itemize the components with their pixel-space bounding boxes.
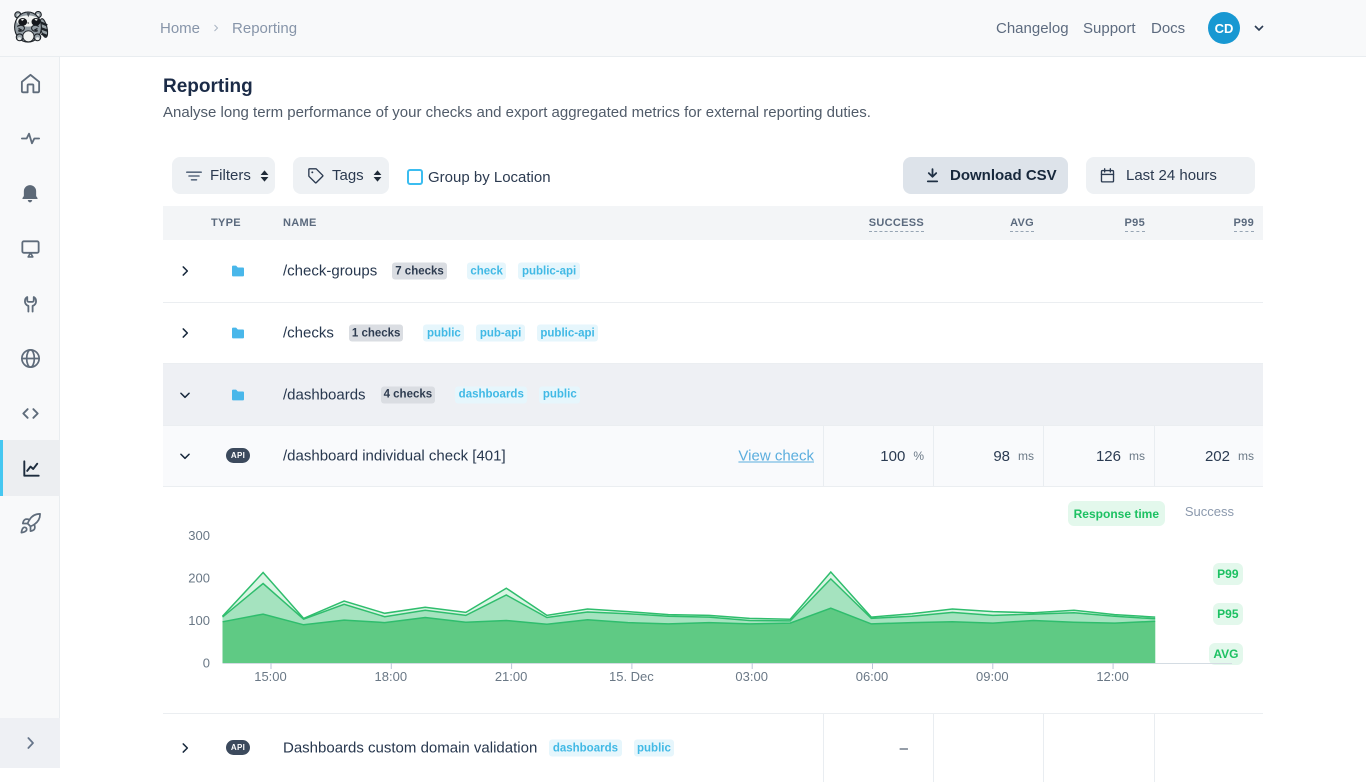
svg-text:12:00: 12:00 [1096, 669, 1129, 684]
svg-text:09:00: 09:00 [976, 669, 1009, 684]
svg-text:100: 100 [188, 613, 210, 628]
svg-text:200: 200 [188, 571, 210, 586]
svg-text:300: 300 [188, 528, 210, 543]
svg-text:0: 0 [203, 656, 210, 671]
svg-text:06:00: 06:00 [856, 669, 889, 684]
svg-text:18:00: 18:00 [375, 669, 408, 684]
svg-text:15. Dec: 15. Dec [609, 669, 654, 684]
svg-text:15:00: 15:00 [254, 669, 287, 684]
svg-text:21:00: 21:00 [495, 669, 528, 684]
svg-text:03:00: 03:00 [735, 669, 768, 684]
